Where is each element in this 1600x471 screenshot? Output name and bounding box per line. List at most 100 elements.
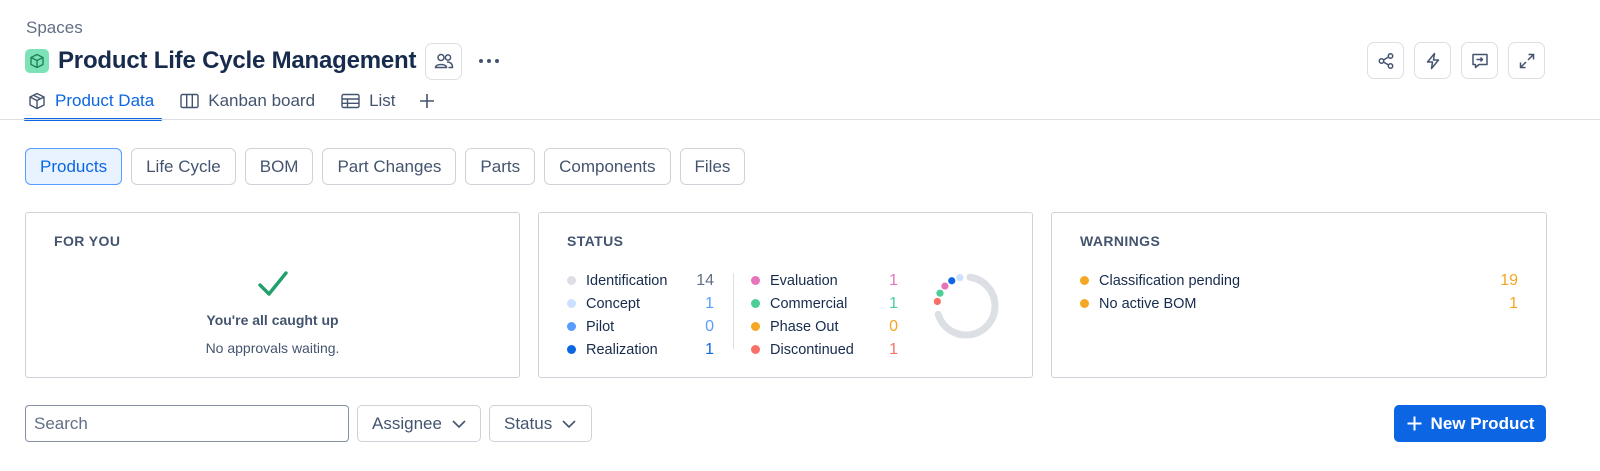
warning-label: No active BOM	[1099, 295, 1197, 312]
status-count: 1	[889, 340, 898, 358]
warning-row[interactable]: Classification pending 19	[1080, 269, 1518, 292]
status-count: 1	[889, 271, 898, 289]
checkmark-icon	[258, 271, 288, 296]
status-count: 1	[705, 294, 714, 312]
status-count: 1	[889, 294, 898, 312]
chevron-down-icon	[452, 419, 466, 428]
status-column-left: Identification 14 Concept 1 Pilot 0 Realizatio…	[567, 269, 714, 361]
subtab-bom[interactable]: BOM	[244, 148, 314, 185]
status-count: 14	[696, 271, 714, 289]
status-label: Concept	[586, 295, 641, 312]
status-dot	[751, 299, 760, 308]
status-column-right: Evaluation 1 Commercial 1 Phase Out 0 Disconti…	[751, 269, 898, 361]
assignee-filter[interactable]: Assignee	[357, 405, 481, 442]
tab-label: Kanban board	[208, 91, 316, 110]
title-row: Product Life Cycle Management	[25, 42, 504, 80]
status-row[interactable]: Concept 1	[567, 292, 714, 315]
tabs-divider	[0, 119, 1600, 120]
tab-label: Product Data	[55, 91, 155, 110]
people-button[interactable]	[425, 42, 463, 80]
search-input[interactable]	[25, 405, 349, 442]
cube-icon	[29, 92, 45, 110]
status-dot	[567, 345, 576, 354]
card-title: WARNINGS	[1080, 233, 1161, 249]
donut-segment-commercial	[936, 289, 944, 297]
status-label: Discontinued	[770, 341, 854, 358]
subtab-components[interactable]: Components	[544, 148, 671, 185]
status-row[interactable]: Commercial 1	[751, 292, 898, 315]
status-count: 1	[705, 340, 714, 358]
subtab-products[interactable]: Products	[25, 148, 123, 185]
status-card: STATUS Identification 14 Concept 1 Pilot 0 Rea…	[538, 212, 1033, 378]
plus-icon	[419, 94, 434, 108]
page-title: Product Life Cycle Management	[58, 47, 417, 74]
automation-button[interactable]	[1414, 42, 1451, 79]
more-button[interactable]	[474, 46, 504, 76]
status-divider	[733, 273, 734, 349]
status-row[interactable]: Discontinued 1	[751, 338, 898, 361]
subtab-bar: Products Life Cycle BOM Part Changes Par…	[25, 148, 746, 185]
subtab-part-changes[interactable]: Part Changes	[322, 148, 457, 185]
status-label: Commercial	[770, 295, 848, 312]
status-dot	[751, 276, 760, 285]
card-title: STATUS	[567, 233, 624, 249]
warnings-list: Classification pending 19 No active BOM 1	[1080, 269, 1518, 315]
new-product-label: New Product	[1430, 413, 1535, 433]
status-row[interactable]: Pilot 0	[567, 315, 714, 338]
feedback-icon	[1471, 53, 1488, 68]
lightning-icon	[1426, 52, 1439, 69]
warning-dot	[1080, 276, 1089, 285]
chevron-down-icon	[562, 419, 576, 428]
for-you-card: FOR YOU You're all caught up No approval…	[25, 212, 520, 378]
status-row[interactable]: Phase Out 0	[751, 315, 898, 338]
no-approvals-text: No approvals waiting.	[205, 340, 340, 356]
donut-segment-discontinued	[933, 297, 941, 306]
status-dot	[567, 299, 576, 308]
status-filter[interactable]: Status	[489, 405, 592, 442]
new-product-button[interactable]: New Product	[1394, 405, 1546, 442]
expand-icon	[1519, 53, 1534, 68]
subtab-life-cycle[interactable]: Life Cycle	[131, 148, 236, 185]
status-label: Evaluation	[770, 272, 838, 289]
donut-segment-evaluation	[941, 282, 949, 290]
people-icon	[434, 53, 454, 69]
status-row[interactable]: Realization 1	[567, 338, 714, 361]
feedback-button[interactable]	[1461, 42, 1498, 79]
subtab-files[interactable]: Files	[679, 148, 746, 185]
donut-segment-concept	[956, 274, 964, 282]
add-tab-button[interactable]	[418, 86, 436, 120]
board-icon	[180, 93, 199, 109]
warning-row[interactable]: No active BOM 1	[1080, 292, 1518, 315]
tab-kanban-board[interactable]: Kanban board	[176, 86, 323, 120]
warning-count: 1	[1509, 294, 1518, 312]
status-dot	[567, 322, 576, 331]
card-title: FOR YOU	[54, 233, 121, 249]
tab-product-data[interactable]: Product Data	[24, 86, 163, 121]
status-row[interactable]: Identification 14	[567, 269, 714, 292]
tab-label: List	[369, 91, 396, 110]
warning-label: Classification pending	[1099, 272, 1241, 289]
status-label: Realization	[586, 341, 658, 358]
caught-up-heading: You're all caught up	[206, 312, 339, 328]
expand-button[interactable]	[1508, 42, 1545, 79]
warning-dot	[1080, 299, 1089, 308]
breadcrumb[interactable]: Spaces	[26, 18, 83, 38]
assignee-filter-label: Assignee	[372, 413, 442, 433]
plus-icon	[1407, 416, 1422, 431]
status-donut-chart	[933, 273, 999, 339]
status-row[interactable]: Evaluation 1	[751, 269, 898, 292]
share-button[interactable]	[1367, 42, 1404, 79]
share-icon	[1378, 52, 1393, 69]
status-filter-label: Status	[504, 413, 553, 433]
table-icon	[341, 93, 360, 109]
top-actions	[1367, 42, 1545, 79]
more-icon	[479, 59, 500, 63]
warning-count: 19	[1500, 271, 1518, 289]
status-count: 0	[705, 317, 714, 335]
status-dot	[567, 276, 576, 285]
tab-list[interactable]: List	[337, 86, 403, 120]
view-tabs: Product Data Kanban board List	[24, 86, 436, 121]
status-count: 0	[889, 317, 898, 335]
status-dot	[751, 345, 760, 354]
subtab-parts[interactable]: Parts	[465, 148, 536, 185]
